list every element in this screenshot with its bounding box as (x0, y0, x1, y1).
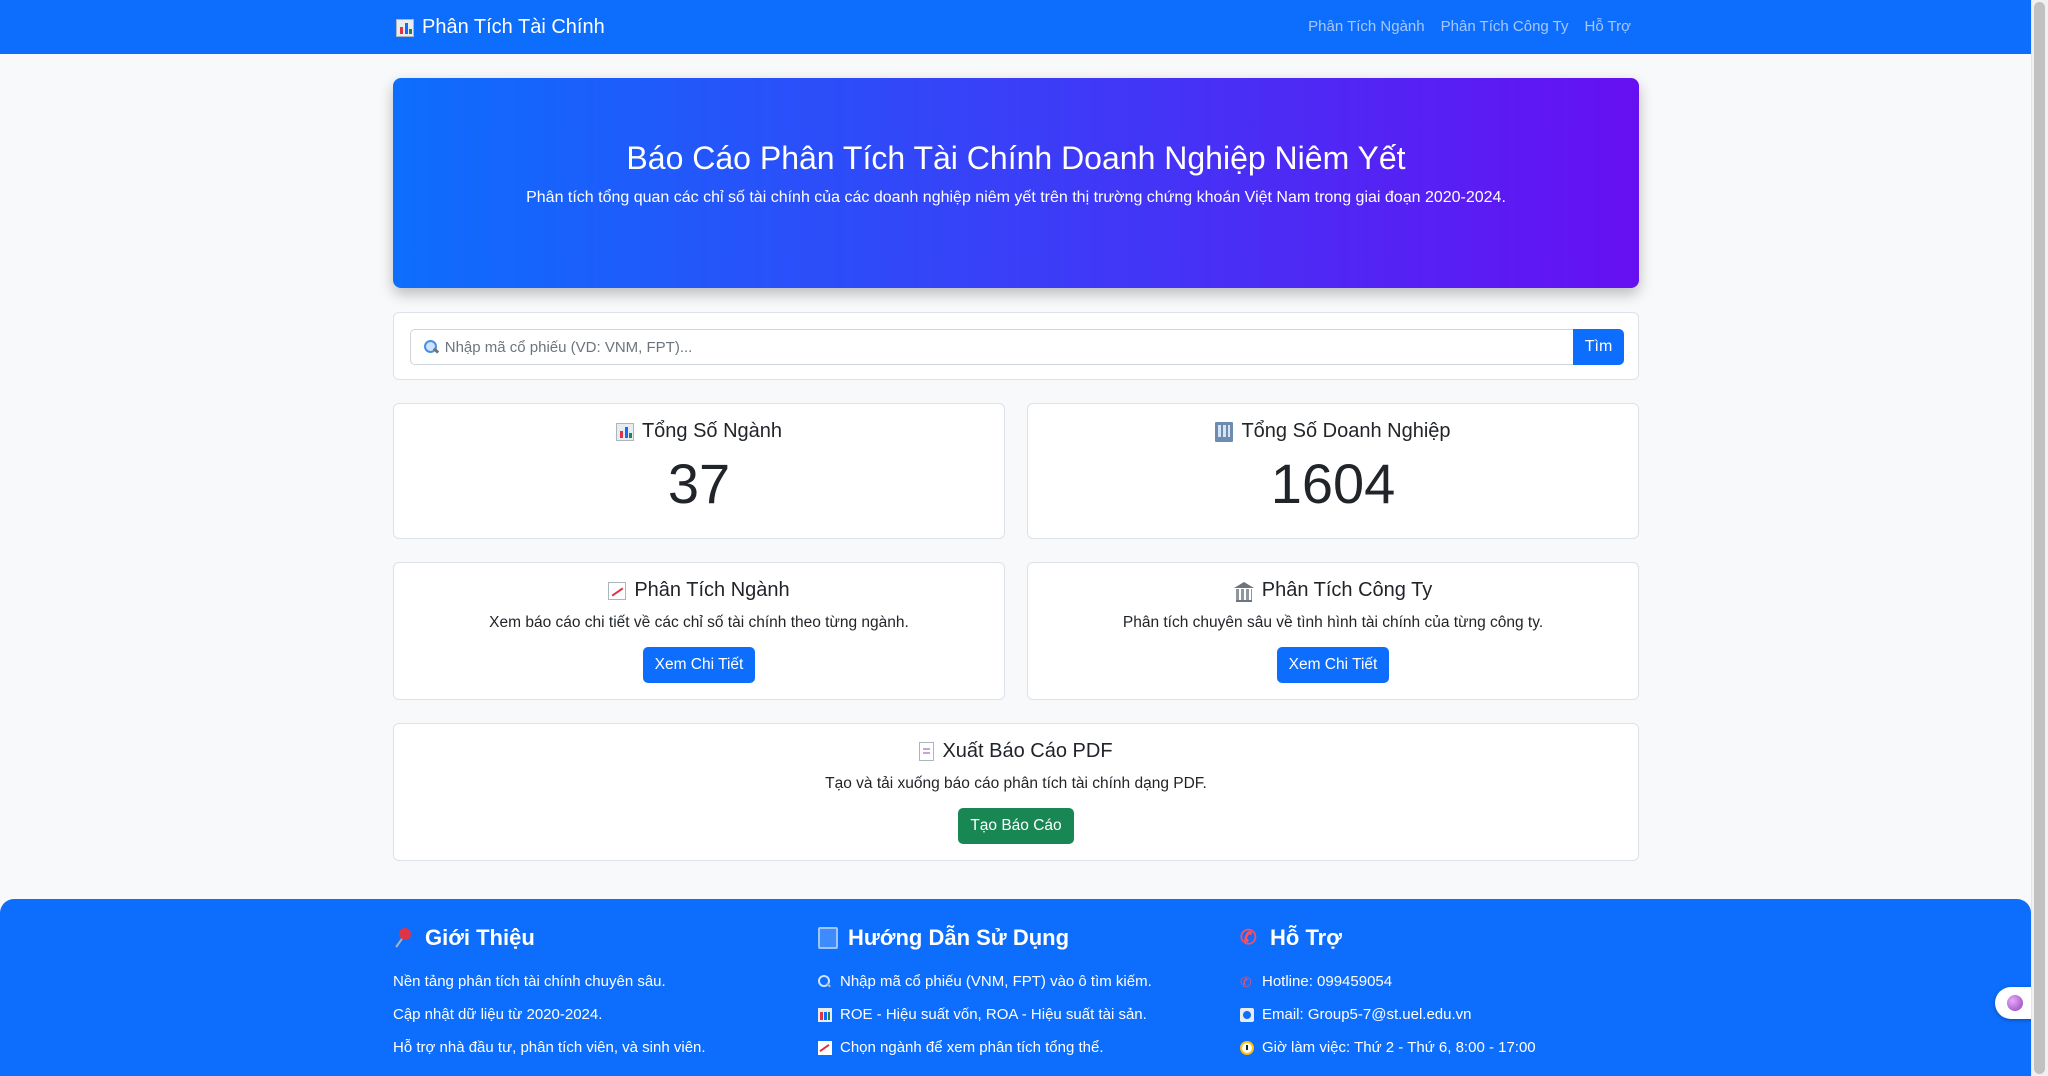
report-card-title: Xuất Báo Cáo PDF (394, 740, 1638, 763)
footer-about-list: Nền tảng phân tích tài chính chuyên sâu.… (393, 965, 706, 1064)
list-item: Giờ làm việc: Thứ 2 - Thứ 6, 8:00 - 17:0… (1240, 1031, 1536, 1064)
report-title: Xuất Báo Cáo PDF (942, 740, 1113, 762)
feature-title-industry: Phân Tích Ngành (634, 579, 790, 601)
pushpin-icon (393, 927, 415, 949)
list-item: ✆ Hotline: 099459054 (1240, 973, 1393, 990)
stat-card-title: Tổng Số Ngành (394, 420, 1004, 443)
nav-links: Phân Tích Ngành Phân Tích Công Ty Hỗ Trợ (1308, 18, 1631, 35)
footer-support-heading: ✆ Hỗ Trợ (1240, 925, 1536, 951)
search-card: Tìm (393, 312, 1639, 380)
feature-text-industry: Xem báo cáo chi tiết về các chỉ số tài c… (489, 614, 909, 631)
view-company-details-button[interactable]: Xem Chi Tiết (1276, 647, 1390, 683)
hero-subtitle: Phân tích tổng quan các chỉ số tài chính… (526, 189, 1506, 206)
search-button[interactable]: Tìm (1573, 329, 1624, 365)
email-icon (1240, 1007, 1254, 1022)
footer-guide-heading: Hướng Dẫn Sử Dụng (818, 925, 1152, 951)
telephone-icon: ✆ (1240, 973, 1252, 990)
feature-text-company: Phân tích chuyên sâu về tình hình tài ch… (1122, 614, 1544, 631)
stat-title-industries: Tổng Số Ngành (641, 420, 783, 442)
magnifier-icon (818, 974, 832, 989)
footer-about-heading: Giới Thiệu (393, 925, 706, 951)
feature-title-company: Phân Tích Công Ty (1261, 579, 1433, 601)
footer-support-title: Hỗ Trợ (1270, 925, 1342, 950)
bar-chart-icon (818, 1007, 832, 1022)
feature-card-title: Phân Tích Ngành (394, 579, 1004, 602)
top-navbar: Phân Tích Tài Chính Phân Tích Ngành Phân… (0, 0, 2031, 54)
stock-code-search-input[interactable] (444, 338, 1573, 356)
footer-support: ✆ Hỗ Trợ ✆ Hotline: 099459054 Email: Grou… (1240, 925, 1536, 1064)
bank-icon (1233, 581, 1254, 602)
floating-assistant-button[interactable] (1995, 987, 2035, 1019)
footer-guide-list: Nhập mã cổ phiếu (VNM, FPT) vào ô tìm ki… (818, 965, 1152, 1064)
list-item: ROE - Hiệu suất vốn, ROA - Hiệu suất tài… (818, 998, 1152, 1031)
footer-about-title: Giới Thiệu (425, 925, 535, 950)
bar-chart-icon (615, 422, 634, 441)
chart-increasing-icon (818, 1040, 832, 1055)
stat-value-industries: 37 (667, 452, 731, 515)
bar-chart-icon (396, 18, 414, 37)
book-icon (818, 927, 838, 949)
list-item: Nhập mã cổ phiếu (VNM, FPT) vào ô tìm ki… (818, 965, 1152, 998)
list-item: Email: Group5-7@st.uel.edu.vn (1240, 998, 1536, 1031)
pdf-report-card: Xuất Báo Cáo PDF Tạo và tải xuống báo cá… (393, 723, 1639, 861)
vertical-scrollbar[interactable] (2031, 0, 2048, 1076)
stat-value-companies: 1604 (1270, 452, 1396, 515)
chart-increasing-icon (608, 581, 627, 600)
stat-title-companies: Tổng Số Doanh Nghiệp (1241, 420, 1451, 442)
footer-about: Giới Thiệu Nền tảng phân tích tài chính … (393, 925, 706, 1064)
footer-guide: Hướng Dẫn Sử Dụng Nhập mã cổ phiếu (VNM,… (818, 925, 1152, 1064)
brand-label: Phân Tích Tài Chính (422, 16, 605, 38)
hero-banner: Báo Cáo Phân Tích Tài Chính Doanh Nghiệp… (393, 78, 1639, 288)
search-input-wrapper (410, 329, 1573, 365)
clock-icon (1240, 1040, 1254, 1055)
report-text: Tạo và tải xuống báo cáo phân tích tài c… (825, 775, 1207, 792)
list-item: Cập nhật dữ liệu từ 2020-2024. (393, 1006, 603, 1023)
footer-support-list: ✆ Hotline: 099459054 Email: Group5-7@st.u… (1240, 965, 1536, 1064)
scrollbar-thumb[interactable] (2034, 2, 2045, 1074)
nav-link-company-analysis[interactable]: Phân Tích Công Ty (1441, 18, 1569, 35)
list-item: Nền tảng phân tích tài chính chuyên sâu. (393, 973, 666, 990)
stat-card-industries: Tổng Số Ngành 37 (393, 403, 1005, 539)
stat-card-companies: Tổng Số Doanh Nghiệp 1604 (1027, 403, 1639, 539)
brand-link[interactable]: Phân Tích Tài Chính (396, 16, 605, 39)
list-item: Hỗ trợ nhà đầu tư, phân tích viên, và si… (393, 1039, 706, 1056)
create-report-button[interactable]: Tạo Báo Cáo (958, 808, 1074, 844)
footer-guide-title: Hướng Dẫn Sử Dụng (848, 925, 1070, 950)
document-icon (919, 742, 935, 761)
magnifier-icon (424, 340, 438, 354)
nav-link-industry-analysis[interactable]: Phân Tích Ngành (1308, 18, 1424, 35)
footer: Giới Thiệu Nền tảng phân tích tài chính … (0, 899, 2031, 1076)
feature-card-company-analysis: Phân Tích Công Ty Phân tích chuyên sâu v… (1027, 562, 1639, 700)
nav-link-support[interactable]: Hỗ Trợ (1584, 18, 1631, 35)
view-industry-details-button[interactable]: Xem Chi Tiết (642, 647, 756, 683)
hero-title: Báo Cáo Phân Tích Tài Chính Doanh Nghiệp… (626, 140, 1406, 176)
feature-card-industry-analysis: Phân Tích Ngành Xem báo cáo chi tiết về … (393, 562, 1005, 700)
feature-card-title: Phân Tích Công Ty (1028, 579, 1638, 602)
telephone-icon: ✆ (1240, 927, 1257, 949)
stat-card-title: Tổng Số Doanh Nghiệp (1028, 420, 1638, 443)
list-item: Chọn ngành để xem phân tích tổng thể. (818, 1031, 1152, 1064)
office-building-icon (1215, 421, 1234, 442)
